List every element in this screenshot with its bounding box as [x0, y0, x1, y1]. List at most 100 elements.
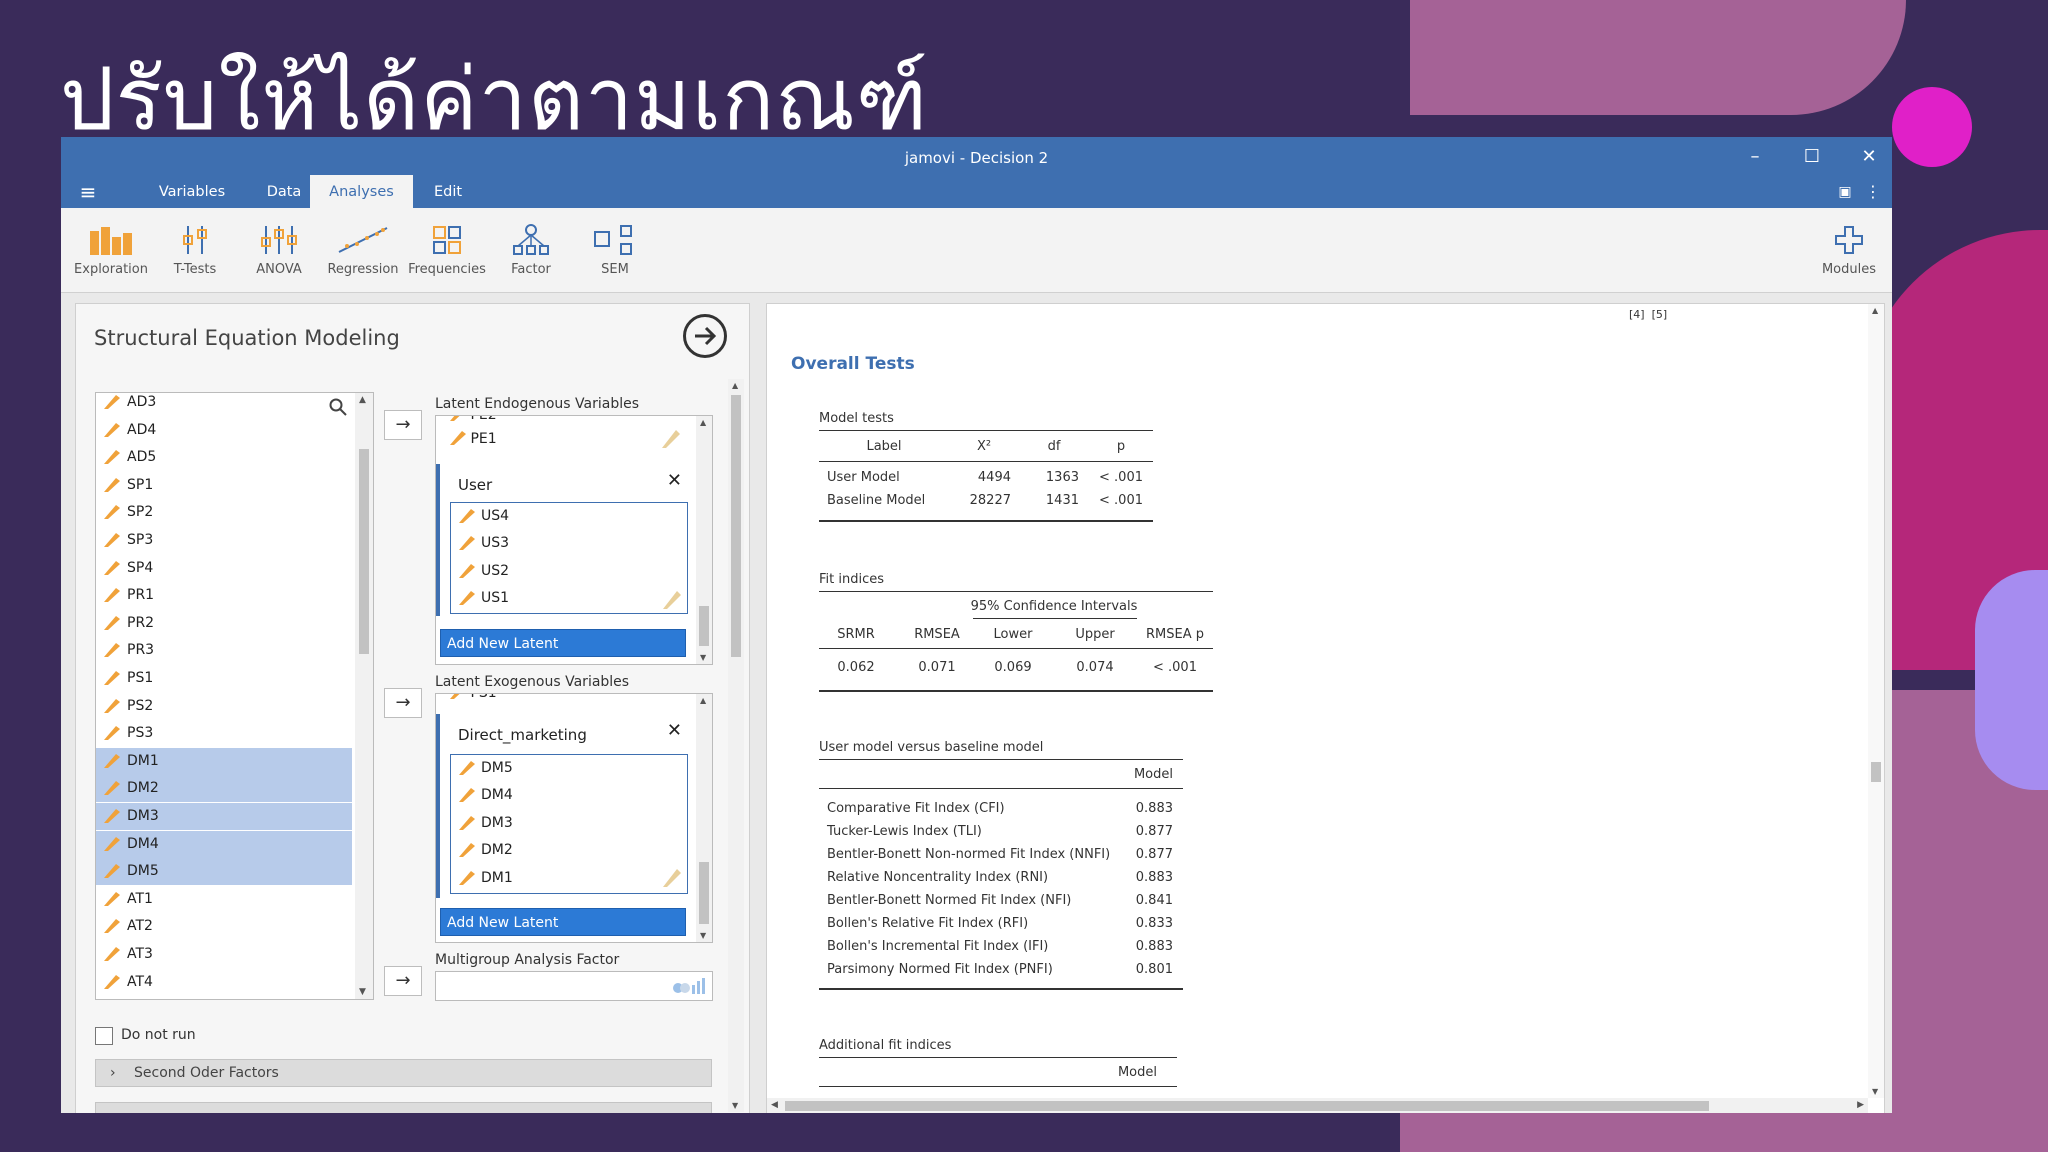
latent-name[interactable]: Direct_marketing: [458, 726, 587, 744]
variable-item[interactable]: DM3: [96, 803, 352, 830]
ruler-icon: [104, 533, 120, 547]
search-icon[interactable]: [329, 398, 347, 416]
hamburger-menu-icon[interactable]: ≡: [71, 175, 105, 208]
col-header: Model: [1117, 1065, 1157, 1080]
multigroup-box[interactable]: [435, 971, 713, 1001]
col-header: Lower: [993, 627, 1033, 642]
move-to-endogenous-button[interactable]: →: [384, 410, 422, 440]
variable-item[interactable]: AD5: [96, 444, 352, 471]
overall-tests-heading: Overall Tests: [791, 354, 915, 374]
indicator-item[interactable]: US4: [451, 503, 651, 529]
variable-item[interactable]: DM5: [96, 858, 352, 886]
anova-button[interactable]: ANOVA: [237, 222, 321, 286]
variable-item[interactable]: AD4: [96, 417, 352, 444]
close-options-arrow-icon[interactable]: [683, 314, 727, 358]
variable-item[interactable]: SP2: [96, 499, 352, 526]
latent-group-user: User ✕ US4 US3 US2 US1: [436, 464, 690, 616]
deco-lavender-shape: [1975, 570, 2048, 790]
add-new-latent-button[interactable]: Add New Latent: [440, 629, 686, 657]
frequencies-button[interactable]: Frequencies: [405, 222, 489, 286]
indicator-item[interactable]: DM1: [451, 865, 651, 891]
drop-target-icon: [663, 869, 681, 891]
add-new-latent-button[interactable]: Add New Latent: [440, 908, 686, 936]
exploration-button[interactable]: Exploration: [69, 222, 153, 286]
indicator-name: DM5: [481, 760, 513, 776]
second-order-factors-section[interactable]: › Second Oder Factors: [95, 1059, 712, 1087]
variable-item[interactable]: SP4: [96, 555, 352, 582]
indicator-item[interactable]: DM2: [451, 837, 651, 863]
exogenous-scrollbar[interactable]: ▲ ▼: [696, 694, 712, 942]
variable-list-scrollbar[interactable]: ▲ ▼: [355, 393, 373, 999]
options-panel-scrollbar[interactable]: ▲ ▼: [728, 379, 744, 1112]
modules-button[interactable]: Modules: [1807, 222, 1891, 286]
factor-button[interactable]: Factor: [489, 222, 573, 286]
endogenous-scrollbar[interactable]: ▲ ▼: [696, 416, 712, 664]
t-tests-icon: [153, 222, 237, 258]
variable-item[interactable]: AT4: [96, 969, 352, 996]
more-options-icon[interactable]: ⋮: [1865, 175, 1881, 208]
variable-item[interactable]: PR1: [96, 582, 352, 609]
latent-indicator-list[interactable]: US4 US3 US2 US1: [450, 502, 688, 614]
reference-links[interactable]: [4] [5]: [1629, 308, 1667, 321]
scroll-down-arrow-icon[interactable]: ▼: [359, 987, 366, 997]
remove-latent-close-icon[interactable]: ✕: [667, 720, 682, 741]
col-header: Label: [866, 439, 902, 454]
nominal-variable-icon: [670, 977, 706, 999]
results-vertical-scrollbar[interactable]: ▲ ▼: [1868, 304, 1884, 1098]
maximize-button[interactable]: ☐: [1792, 143, 1832, 171]
variable-item[interactable]: AT2: [96, 913, 352, 940]
variable-item[interactable]: PS1: [96, 665, 352, 692]
analysis-toolbar: Exploration T-Tests ANOVA Regression Fre…: [61, 208, 1892, 293]
tab-edit[interactable]: Edit: [413, 175, 483, 208]
variable-item[interactable]: DM2: [96, 775, 352, 803]
list-item[interactable]: PS1: [450, 694, 497, 706]
move-to-multigroup-button[interactable]: →: [384, 966, 422, 996]
list-item[interactable]: PE1: [450, 426, 497, 452]
fit-index-value: 0.883: [1135, 939, 1173, 954]
indicator-item[interactable]: DM5: [451, 755, 651, 781]
t-tests-button[interactable]: T-Tests: [153, 222, 237, 286]
scroll-up-arrow-icon[interactable]: ▲: [359, 395, 366, 405]
variable-item[interactable]: SP1: [96, 472, 352, 499]
fit-index-name: Bollen's Relative Fit Index (RFI): [827, 916, 1029, 931]
fit-index-name: Bentler-Bonett Normed Fit Index (NFI): [827, 893, 1072, 908]
indicator-item[interactable]: US1: [451, 585, 651, 611]
indicator-item[interactable]: US2: [451, 558, 651, 584]
close-button[interactable]: ✕: [1849, 143, 1889, 171]
indicator-item[interactable]: DM4: [451, 782, 651, 808]
next-options-section[interactable]: [95, 1102, 712, 1113]
minimize-button[interactable]: –: [1735, 143, 1775, 171]
variable-item[interactable]: SP3: [96, 527, 352, 554]
ruler-icon: [459, 870, 475, 885]
move-to-exogenous-button[interactable]: →: [384, 688, 422, 718]
remove-latent-close-icon[interactable]: ✕: [667, 470, 682, 491]
variable-item[interactable]: PR3: [96, 637, 352, 664]
variable-name: AD5: [127, 449, 157, 466]
variable-item[interactable]: AT3: [96, 941, 352, 968]
scroll-thumb[interactable]: [359, 449, 369, 654]
variable-item[interactable]: PS2: [96, 693, 352, 720]
sem-button[interactable]: SEM: [573, 222, 657, 286]
tab-variables[interactable]: Variables: [141, 175, 243, 208]
variable-item[interactable]: DM4: [96, 830, 352, 858]
variable-list[interactable]: AD3 AD4 AD5 SP1 SP2 SP3 SP4 PR1 PR2 PR3 PS1 PS2 PS3 D…: [95, 392, 374, 1000]
table-cell: < .001: [1153, 660, 1197, 675]
ruler-icon: [104, 615, 120, 630]
variable-item[interactable]: AD3: [96, 393, 352, 416]
indicator-item[interactable]: US3: [451, 530, 651, 556]
latent-name[interactable]: User: [458, 476, 492, 494]
variable-item[interactable]: PR2: [96, 610, 352, 637]
indicator-item[interactable]: DM3: [451, 810, 651, 836]
variable-item[interactable]: AT1: [96, 886, 352, 913]
results-horizontal-scrollbar[interactable]: ◀ ▶: [767, 1098, 1868, 1113]
regression-button[interactable]: Regression: [321, 222, 405, 286]
variable-item[interactable]: PS3: [96, 720, 352, 747]
variable-item[interactable]: DM1: [96, 747, 352, 775]
table-cell: 1431: [1045, 493, 1079, 508]
results-mode-icon[interactable]: ▣: [1833, 175, 1857, 208]
ruler-icon: [459, 509, 475, 523]
tab-analyses[interactable]: Analyses: [310, 175, 413, 208]
latent-indicator-list[interactable]: DM5 DM4 DM3 DM2 DM1: [450, 754, 688, 894]
do-not-run-checkbox[interactable]: [95, 1027, 113, 1045]
ruler-icon: [104, 753, 120, 768]
